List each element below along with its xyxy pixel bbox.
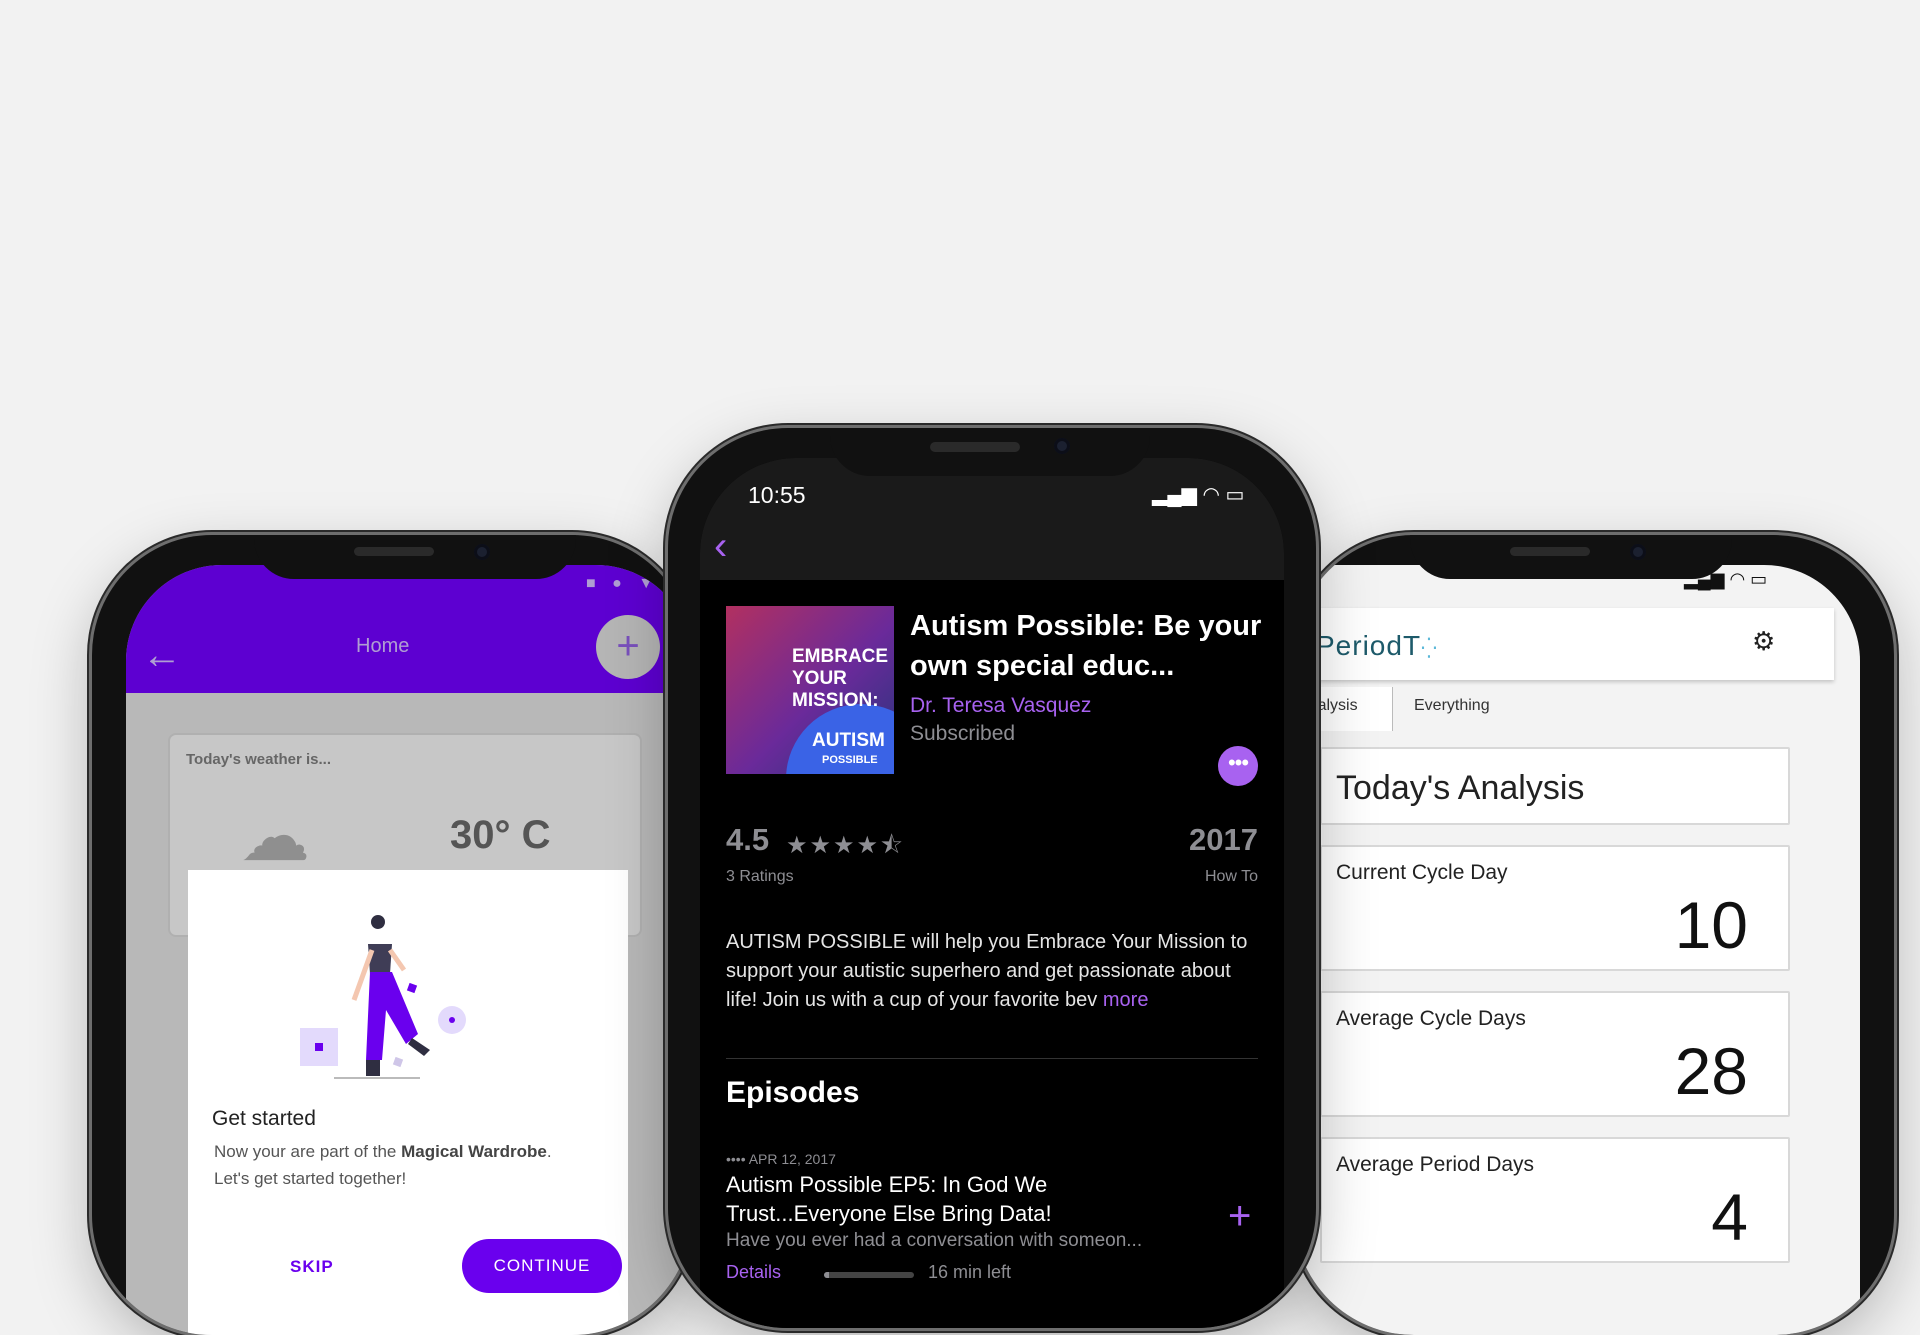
onboarding-illustration (300, 915, 466, 1079)
podcast-author-link[interactable]: Dr. Teresa Vasquez (910, 694, 1091, 718)
stat-title: Average Period Days (1336, 1153, 1535, 1176)
right-phone-mockup: ▂▄▆ ◠ ▭ PeriodT⁛ ⚙ Analysis Everything T… (1294, 535, 1894, 1335)
podcast-description: AUTISM POSSIBLE will help you Embrace Yo… (726, 931, 1248, 1011)
stat-value: 10 (1674, 888, 1748, 962)
left-phone-mockup: ■ ● ▼ ← Home + Today's weather is... ☁ 3… (92, 535, 692, 1335)
stat-value: 28 (1674, 1034, 1748, 1108)
add-episode-icon[interactable]: + (1228, 1194, 1251, 1239)
temperature: 30° C (450, 813, 551, 857)
stat-card-current-cycle: Current Cycle Day 10 (1320, 845, 1790, 971)
app-bar: PeriodT⁛ ⚙ (1294, 608, 1834, 680)
scrim (126, 565, 692, 693)
dialog-description: Now your are part of the Magical Wardrob… (214, 1142, 552, 1188)
continue-button[interactable]: CONTINUE (462, 1239, 622, 1293)
analysis-heading-card: Today's Analysis (1320, 747, 1790, 825)
section-heading: Today's Analysis (1336, 769, 1585, 807)
episode-date: •••• APR 12, 2017 (726, 1151, 836, 1167)
tab-everything[interactable]: Everything (1414, 697, 1490, 715)
more-link[interactable]: more (1103, 989, 1149, 1011)
stat-title: Current Cycle Day (1336, 861, 1508, 884)
dialog-title: Get started (212, 1107, 316, 1130)
genre: How To (1204, 868, 1258, 885)
gear-icon[interactable]: ⚙ (1752, 626, 1775, 657)
magical-wardrobe-screen: ■ ● ▼ ← Home + Today's weather is... ☁ 3… (126, 565, 692, 1335)
back-chevron-icon[interactable]: ‹ (714, 524, 727, 569)
stat-card-average-period: Average Period Days 4 (1320, 1137, 1790, 1263)
subscription-status: Subscribed (910, 722, 1016, 745)
podcast-title: Autism Possible: Be your own special edu… (910, 610, 1262, 682)
notch (254, 535, 576, 579)
more-options-icon[interactable]: ••• (1218, 746, 1258, 786)
episodes-heading: Episodes (726, 1076, 860, 1109)
app-bar: ■ ● ▼ ← Home + (126, 565, 692, 693)
stat-value: 4 (1711, 1180, 1748, 1254)
status-icons: ▂▄▆ ◠ ▭ (1152, 484, 1245, 506)
stat-card-average-cycle: Average Cycle Days 28 (1320, 991, 1790, 1117)
ratings-count: 3 Ratings (726, 868, 794, 885)
rating-stars: ★★★★⯪ (786, 832, 905, 859)
center-phone-mockup: 10:55 ▂▄▆ ◠ ▭ ‹ EMBRACE YOUR MISSION: AUTI… (668, 428, 1316, 1328)
episode-progress-bar (824, 1272, 914, 1278)
nav-header: 10:55 ▂▄▆ ◠ ▭ ‹ (700, 458, 1284, 580)
app-logo: PeriodT⁛ (1316, 630, 1438, 661)
divider (726, 1058, 1258, 1059)
weather-label: Today's weather is... (186, 751, 332, 768)
cloud-sun-icon: ☁ (240, 797, 310, 875)
episode-title[interactable]: Autism Possible EP5: In God We Trust...E… (726, 1170, 1166, 1228)
stat-title: Average Cycle Days (1336, 1007, 1526, 1030)
podcast-screen: 10:55 ▂▄▆ ◠ ▭ ‹ EMBRACE YOUR MISSION: AUTI… (700, 458, 1284, 1328)
notch (1410, 535, 1732, 579)
get-started-dialog: Get started Now your are part of the Mag… (188, 870, 628, 1335)
status-time: 10:55 (748, 482, 806, 508)
podcast-artwork: EMBRACE YOUR MISSION: AUTISM POSSIBLE (726, 606, 894, 774)
notch (830, 428, 1150, 476)
periodt-screen: ▂▄▆ ◠ ▭ PeriodT⁛ ⚙ Analysis Everything T… (1294, 565, 1860, 1335)
release-year: 2017 (1189, 822, 1258, 857)
tab-bar: Analysis Everything (1294, 687, 1834, 731)
skip-button[interactable]: SKIP (290, 1257, 334, 1277)
rating-value: 4.5 (726, 822, 770, 857)
episode-description: Have you ever had a conversation with so… (726, 1230, 1143, 1251)
